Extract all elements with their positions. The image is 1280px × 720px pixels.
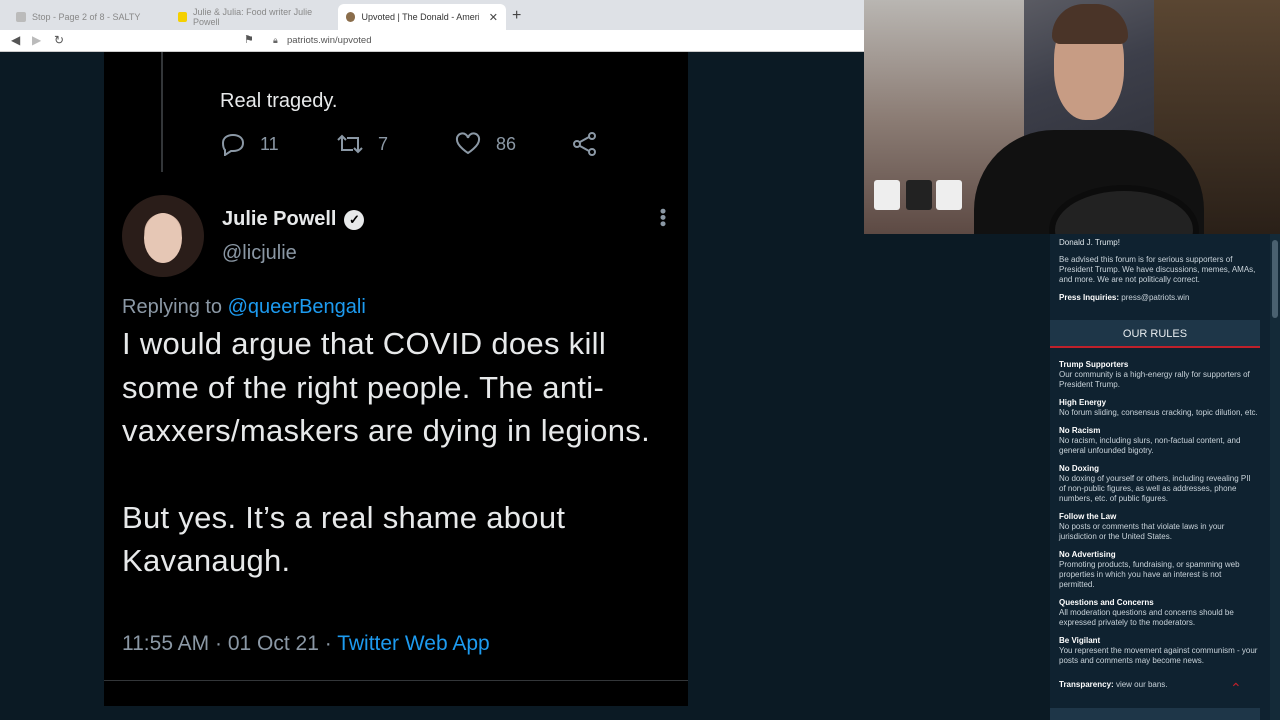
rule-desc: No racism, including slurs, non-factual …: [1059, 436, 1241, 455]
rule-desc: Our community is a high-energy rally for…: [1059, 370, 1250, 389]
rule-title: Be Vigilant: [1059, 636, 1101, 645]
tweet-meta: 11:55 AM · 01 Oct 21 · Twitter Web App: [122, 632, 490, 656]
rule-desc: No doxing of yourself or others, includi…: [1059, 474, 1251, 503]
tweet-paragraph-1: I would argue that COVID does kill some …: [122, 326, 650, 448]
tab-salty[interactable]: Stop - Page 2 of 8 - SALTY: [8, 4, 168, 30]
share-action[interactable]: [572, 132, 612, 156]
tab-julie-julia[interactable]: Julie & Julia: Food writer Julie Powell: [170, 4, 335, 30]
forward-icon[interactable]: ▶: [32, 33, 41, 47]
rule-item: No Racism No racism, including slurs, non…: [1059, 426, 1259, 456]
reply-action[interactable]: 11: [220, 132, 279, 156]
url-field[interactable]: patriots.win/upvoted: [287, 35, 372, 46]
previous-tweet-actions: 11 7 86: [220, 132, 600, 160]
heart-icon: [455, 132, 481, 155]
press-email[interactable]: press@patriots.win: [1121, 293, 1189, 302]
rule-item: Questions and Concerns All moderation que…: [1059, 598, 1259, 628]
bookmark-icon[interactable]: ⚑: [244, 33, 254, 46]
scrollbar-thumb[interactable]: [1272, 240, 1278, 318]
reply-icon: [221, 133, 245, 156]
rules-list: Trump Supporters Our community is a high-…: [1059, 360, 1259, 674]
author-name: Julie Powell: [222, 208, 337, 230]
tweet-body: I would argue that COVID does kill some …: [122, 322, 652, 583]
tab-label: Stop - Page 2 of 8 - SALTY: [32, 12, 141, 22]
browser-tabbar: Stop - Page 2 of 8 - SALTY Julie & Julia…: [0, 0, 864, 30]
close-tab-icon[interactable]: ✕: [489, 11, 498, 24]
rule-item: No Doxing No doxing of yourself or others…: [1059, 464, 1259, 504]
previous-tweet-text: Real tragedy.: [220, 90, 338, 112]
address-bar: ◀ ▶ ↻ ⚑ 🔒︎ patriots.win/upvoted: [0, 30, 864, 52]
retweet-action[interactable]: 7: [336, 132, 388, 156]
back-icon[interactable]: ◀: [11, 33, 20, 47]
rule-desc: All moderation questions and concerns sh…: [1059, 608, 1234, 627]
share-icon: [573, 132, 596, 156]
transparency-link[interactable]: view our bans.: [1116, 680, 1168, 689]
rule-desc: Promoting products, fundraising, or spam…: [1059, 560, 1240, 589]
bottom-strip: [0, 713, 864, 720]
more-options-icon[interactable]: •••: [652, 208, 673, 227]
rules-header: OUR RULES: [1050, 320, 1260, 348]
rule-title: Follow the Law: [1059, 512, 1117, 521]
sidebar-next-banner: [1050, 708, 1260, 720]
thread-line: [161, 52, 163, 172]
retweet-count: 7: [378, 133, 389, 154]
transparency-label: Transparency:: [1059, 680, 1114, 689]
replying-to: Replying to @queerBengali: [122, 296, 366, 319]
rule-title: High Energy: [1059, 398, 1107, 407]
sidebar-advisory: Be advised this forum is for serious sup…: [1059, 255, 1256, 284]
rule-title: Questions and Concerns: [1059, 598, 1154, 607]
reply-count: 11: [260, 133, 279, 154]
mug: [874, 180, 900, 210]
tweet-divider: [104, 680, 688, 681]
press-label: Press Inquiries:: [1059, 293, 1120, 302]
transparency: Transparency: view our bans.: [1059, 680, 1168, 689]
tab-label: Julie & Julia: Food writer Julie Powell: [193, 7, 313, 27]
forum-sidebar: Donald J. Trump! Be advised this forum i…: [1050, 234, 1270, 720]
avatar-face: [144, 213, 182, 263]
rule-item: Trump Supporters Our community is a high-…: [1059, 360, 1259, 390]
tweet-paragraph-2: But yes. It’s a real shame about Kavanau…: [122, 499, 566, 579]
author-avatar[interactable]: [122, 195, 204, 277]
rule-desc: No posts or comments that violate laws i…: [1059, 522, 1225, 541]
rule-desc: No forum sliding, consensus cracking, to…: [1059, 408, 1258, 417]
tab-favicon-icon: [16, 12, 26, 22]
verified-badge-icon: ✓: [344, 209, 365, 230]
replying-prefix: Replying to: [122, 296, 223, 318]
replying-mention[interactable]: @queerBengali: [228, 296, 366, 318]
scroll-to-top-icon[interactable]: ⌃: [1230, 680, 1242, 697]
webcam-overlay: [864, 0, 1280, 234]
rule-item: High Energy No forum sliding, consensus c…: [1059, 398, 1259, 418]
rule-item: Be Vigilant You represent the movement ag…: [1059, 636, 1259, 666]
mugs: [874, 160, 984, 210]
sidebar-top-line: Donald J. Trump!: [1059, 238, 1120, 247]
rule-title: No Advertising: [1059, 550, 1116, 559]
reload-icon[interactable]: ↻: [54, 33, 64, 47]
retweet-icon: [337, 134, 363, 154]
tweet-app[interactable]: Twitter Web App: [337, 632, 490, 655]
rule-title: No Racism: [1059, 426, 1101, 435]
rule-item: Follow the Law No posts or comments that …: [1059, 512, 1259, 542]
rule-item: No Advertising Promoting products, fundra…: [1059, 550, 1259, 590]
lock-icon: 🔒︎: [273, 35, 278, 45]
tab-favicon-icon: [178, 12, 188, 22]
mug: [936, 180, 962, 210]
rule-title: Trump Supporters: [1059, 360, 1129, 369]
streamer-hair: [1052, 4, 1128, 44]
screen: Stop - Page 2 of 8 - SALTY Julie & Julia…: [0, 0, 1280, 720]
author-handle[interactable]: @licjulie: [222, 242, 297, 265]
rule-title: No Doxing: [1059, 464, 1099, 473]
like-count: 86: [496, 133, 517, 154]
new-tab-icon[interactable]: +: [512, 7, 521, 25]
press-inquiries: Press Inquiries: press@patriots.win: [1059, 293, 1189, 302]
like-action[interactable]: 86: [454, 132, 516, 156]
tab-label: Upvoted | The Donald - America: [361, 12, 479, 22]
tab-upvoted[interactable]: Upvoted | The Donald - America ✕: [338, 4, 506, 30]
tweet-timestamp[interactable]: 11:55 AM · 01 Oct 21 ·: [122, 632, 332, 655]
mug: [906, 180, 932, 210]
tweet-card: Real tragedy. 11 7 86 Julie Powell ✓ @li…: [104, 52, 688, 706]
author-name-row[interactable]: Julie Powell ✓: [222, 208, 365, 231]
rule-desc: You represent the movement against commu…: [1059, 646, 1258, 665]
tab-favicon-icon: [346, 12, 356, 22]
